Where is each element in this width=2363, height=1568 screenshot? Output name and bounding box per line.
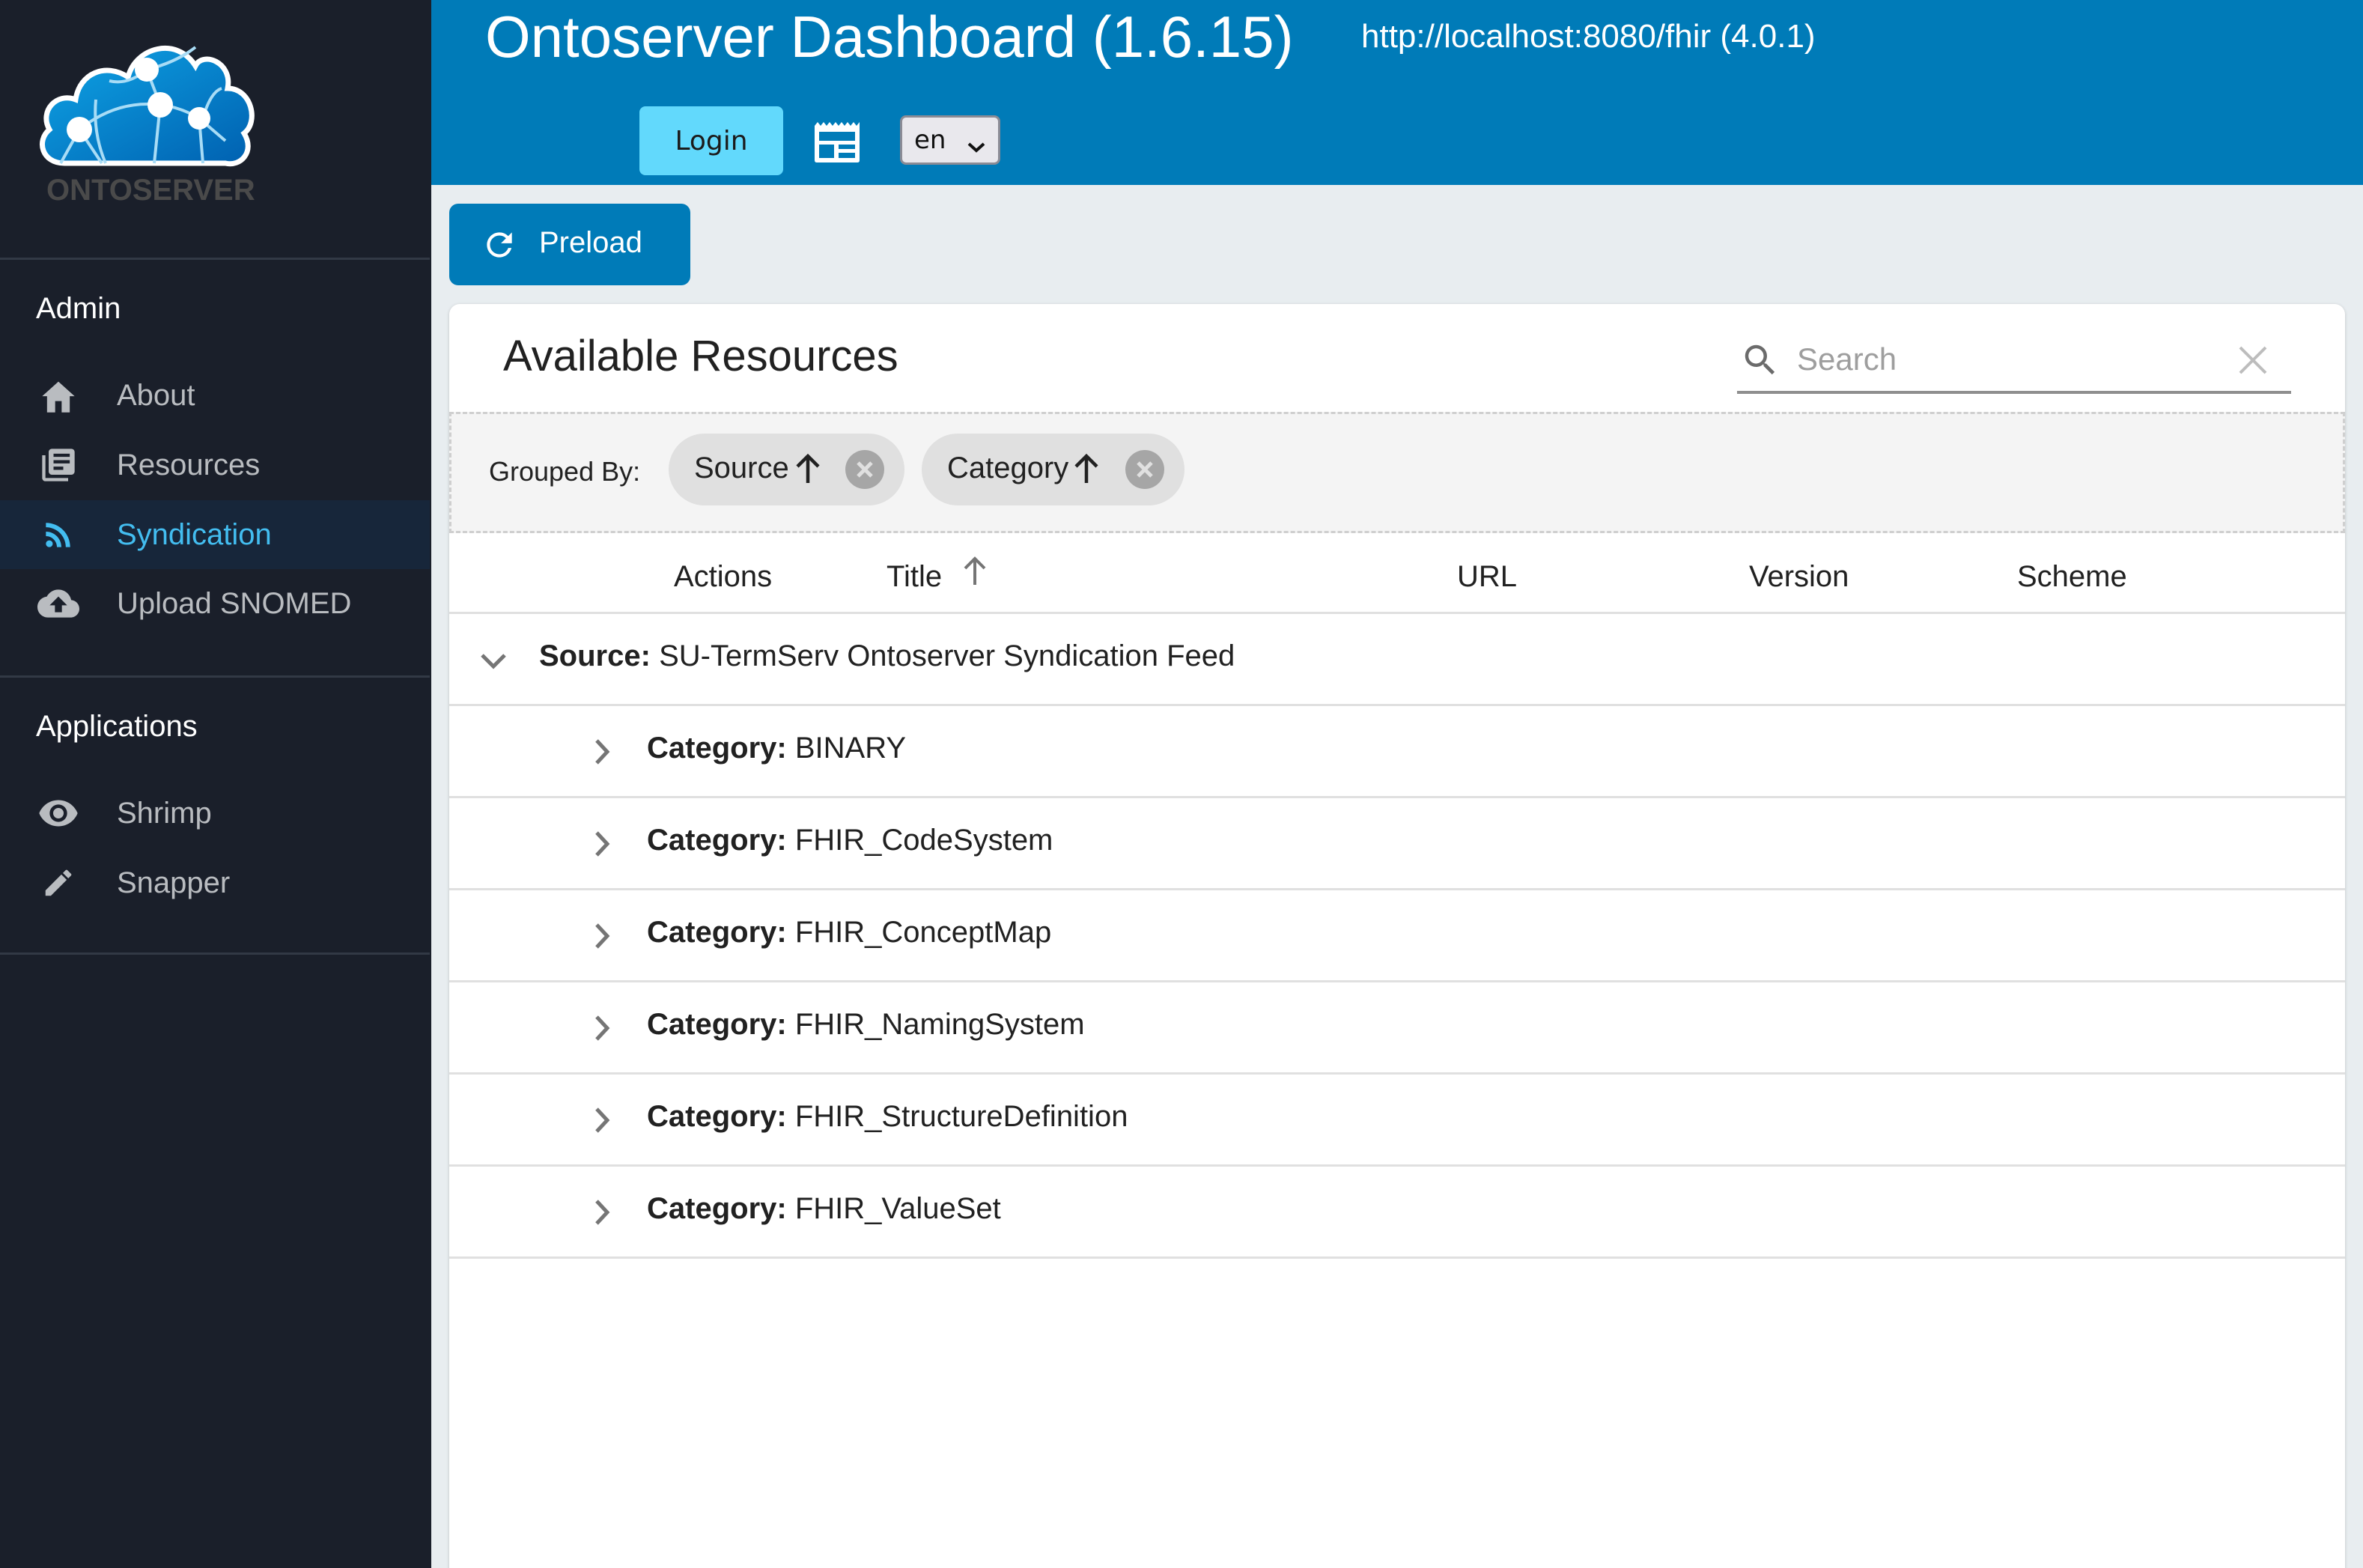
sidebar-item-label: About [117, 378, 195, 412]
column-header-url[interactable]: URL [1457, 560, 1517, 594]
top-bar: Ontoserver Dashboard (1.6.15) http://loc… [431, 0, 2363, 185]
group-by-panel: Grouped By: Source Category [449, 412, 2345, 533]
group-chip-source[interactable]: Source [669, 434, 904, 505]
sidebar-item-label: Syndication [117, 517, 272, 551]
sidebar-item-resources[interactable]: Resources [0, 431, 430, 499]
refresh-icon [481, 226, 518, 271]
group-row-text: Source: SU-TermServ Ontoserver Syndicati… [539, 639, 1235, 673]
group-value: FHIR_StructureDefinition [794, 1100, 1128, 1133]
preload-button[interactable]: Preload [449, 204, 690, 285]
group-value: FHIR_ValueSet [794, 1192, 1001, 1225]
logo-text: ONTOSERVER [46, 174, 255, 207]
sort-ascending-icon [794, 453, 821, 488]
sidebar-item-syndication[interactable]: Syndication [0, 500, 430, 569]
group-row-source[interactable]: Source: SU-TermServ Ontoserver Syndicati… [449, 614, 2345, 706]
search-input[interactable] [1797, 335, 2216, 383]
available-resources-card: Available Resources Grouped By: Source C… [449, 304, 2345, 1568]
sidebar-item-label: Shrimp [117, 796, 212, 830]
group-row-category[interactable]: Category: FHIR_NamingSystem [449, 982, 2345, 1075]
sidebar-item-label: Snapper [117, 866, 231, 899]
sidebar-item-label: Resources [117, 448, 261, 481]
cloud-logo-icon [40, 46, 255, 167]
card-title: Available Resources [503, 332, 898, 380]
table-header: Actions Title URL Version Scheme [449, 533, 2345, 614]
search-icon [1740, 340, 1780, 384]
group-row-text: Category: FHIR_NamingSystem [647, 1008, 1085, 1042]
sidebar-divider [0, 952, 430, 955]
chevron-right-icon[interactable] [593, 1014, 611, 1046]
eye-icon [37, 792, 79, 834]
sidebar-divider [0, 258, 430, 260]
group-key: Category: [647, 1192, 787, 1225]
column-header-scheme[interactable]: Scheme [2017, 560, 2127, 594]
group-row-text: Category: FHIR_ConceptMap [647, 916, 1051, 949]
remove-group-icon[interactable] [845, 450, 884, 489]
group-row-category[interactable]: Category: FHIR_ValueSet [449, 1167, 2345, 1259]
chevron-right-icon[interactable] [593, 830, 611, 862]
group-row-text: Category: FHIR_CodeSystem [647, 824, 1053, 857]
sidebar-heading-admin: Admin [36, 292, 121, 325]
remove-group-icon[interactable] [1125, 450, 1164, 489]
group-key: Category: [647, 824, 787, 857]
language-select[interactable]: en [900, 115, 1000, 165]
search-field[interactable] [1737, 332, 2291, 394]
chevron-down-icon[interactable] [479, 651, 508, 675]
column-header-actions: Actions [674, 560, 773, 593]
group-value: FHIR_ConceptMap [794, 916, 1052, 949]
group-chip-category[interactable]: Category [922, 434, 1184, 505]
server-url: http://localhost:8080/fhir (4.0.1) [1361, 18, 1816, 55]
web-layout-icon[interactable] [813, 120, 861, 163]
sidebar-item-label: Upload SNOMED [117, 586, 352, 620]
ontoserver-logo[interactable]: ONTOSERVER [34, 21, 259, 208]
group-row-text: Category: FHIR_ValueSet [647, 1192, 1001, 1226]
group-key: Category: [647, 1100, 787, 1133]
login-button[interactable]: Login [639, 106, 783, 175]
group-row-category[interactable]: Category: BINARY [449, 706, 2345, 798]
chevron-right-icon[interactable] [593, 1106, 611, 1138]
sort-ascending-icon [962, 556, 988, 593]
sidebar-heading-applications: Applications [36, 710, 198, 743]
chevron-down-icon [967, 131, 986, 161]
sidebar-item-shrimp[interactable]: Shrimp [0, 779, 430, 848]
group-key: Category: [647, 1008, 787, 1041]
group-row-category[interactable]: Category: FHIR_ConceptMap [449, 890, 2345, 982]
grouped-by-label: Grouped By: [489, 456, 641, 487]
sort-ascending-icon [1073, 453, 1100, 488]
cloud-upload-icon [37, 583, 79, 625]
group-value: FHIR_NamingSystem [794, 1008, 1085, 1041]
sidebar-divider [0, 675, 430, 678]
pencil-icon [37, 862, 79, 904]
library-books-icon [37, 444, 79, 486]
preload-label: Preload [539, 226, 642, 259]
group-row-text: Category: FHIR_StructureDefinition [647, 1100, 1128, 1134]
group-key: Category: [647, 916, 787, 949]
rss-feed-icon [37, 514, 79, 556]
group-value: SU-TermServ Ontoserver Syndication Feed [659, 639, 1235, 672]
sidebar-item-snapper[interactable]: Snapper [0, 848, 430, 917]
sidebar: ONTOSERVER Admin About Resources Syndica… [0, 0, 431, 1568]
group-row-category[interactable]: Category: FHIR_CodeSystem [449, 798, 2345, 890]
chevron-right-icon[interactable] [593, 922, 611, 954]
chip-label: Category [947, 452, 1069, 484]
chip-label: Source [694, 452, 789, 484]
chevron-right-icon[interactable] [593, 1198, 611, 1230]
column-header-label: Title [886, 560, 943, 593]
group-value: FHIR_CodeSystem [794, 824, 1053, 857]
language-value: en [914, 125, 946, 155]
home-icon [37, 374, 79, 416]
column-header-title[interactable]: Title [886, 556, 988, 594]
chevron-right-icon[interactable] [593, 738, 611, 770]
sidebar-item-upload-snomed[interactable]: Upload SNOMED [0, 569, 430, 638]
sidebar-item-about[interactable]: About [0, 361, 430, 430]
group-row-text: Category: BINARY [647, 732, 906, 765]
column-header-version[interactable]: Version [1749, 560, 1849, 594]
group-value: BINARY [794, 732, 907, 765]
group-key: Source: [539, 639, 651, 672]
app-title: Ontoserver Dashboard (1.6.15) [485, 4, 1294, 70]
clear-search-icon[interactable] [2237, 344, 2269, 380]
group-key: Category: [647, 732, 787, 765]
group-row-category[interactable]: Category: FHIR_StructureDefinition [449, 1075, 2345, 1167]
